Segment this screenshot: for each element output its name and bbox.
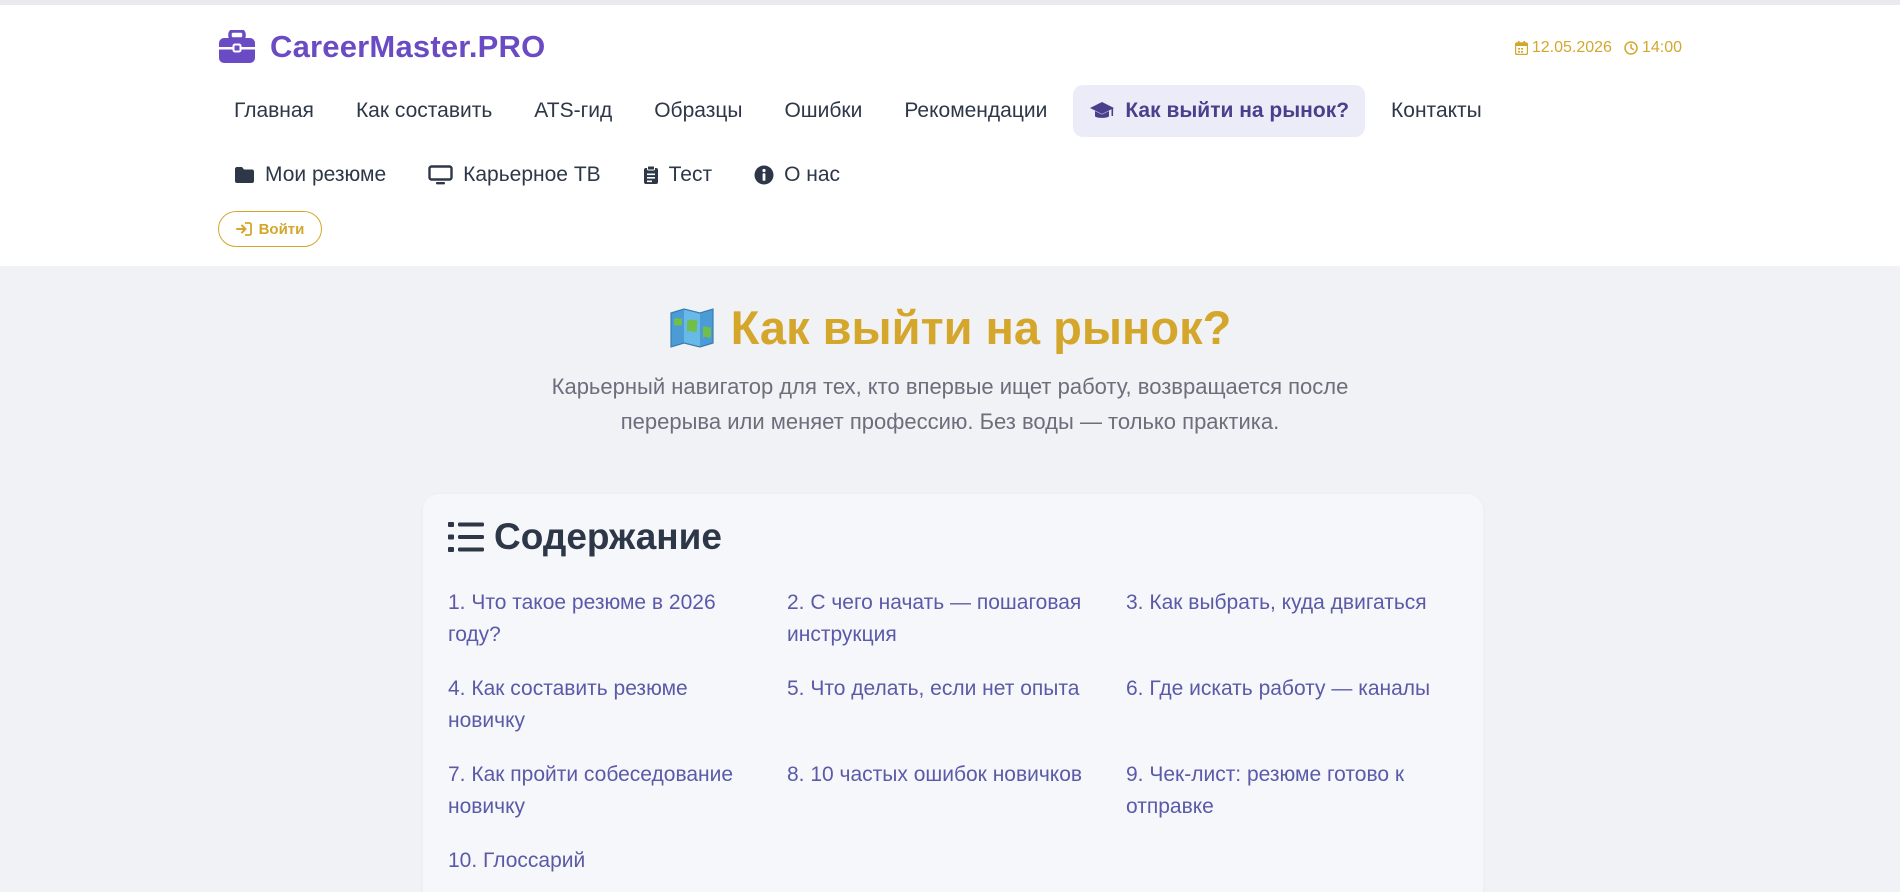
page-title: Как выйти на рынок? (669, 300, 1232, 355)
nav-item-enter-market[interactable]: Как выйти на рынок? (1073, 85, 1366, 137)
page-subtitle: Карьерный навигатор для тех, кто впервые… (500, 369, 1400, 439)
nav-item-ats-guide[interactable]: ATS-гид (518, 85, 628, 137)
datetime-display: 12.05.2026 14:00 (1503, 39, 1682, 57)
toc-link-3[interactable]: 3. Как выбрать, куда двигаться (1126, 587, 1456, 673)
graduation-cap-icon (1090, 102, 1115, 118)
briefcase-icon (219, 30, 255, 63)
nav-item-recommendations[interactable]: Рекомендации (888, 85, 1063, 137)
nav-label: Как составить (355, 99, 493, 122)
nav-item-home[interactable]: Главная (218, 85, 330, 137)
nav-label: Главная (234, 99, 314, 122)
toc-title: Содержание (448, 516, 722, 558)
nav-label: ATS-гид (534, 99, 613, 122)
date-text: 12.05.2026 (1531, 39, 1612, 56)
toc-links: 1. Что такое резюме в 2026 году? 2. С че… (448, 587, 1468, 885)
nav-label: Образцы (654, 99, 743, 122)
nav-label: О нас (784, 163, 841, 186)
nav-label: Мои резюме (265, 163, 387, 186)
date-item: 12.05.2026 (1514, 39, 1612, 57)
nav-item-mistakes[interactable]: Ошибки (768, 85, 878, 137)
folder-icon (235, 167, 254, 183)
nav-label: Ошибки (784, 99, 863, 122)
login-label: Войти (258, 220, 305, 238)
toc-link-10[interactable]: 10. Глоссарий (448, 845, 787, 885)
nav-item-test[interactable]: Тест (627, 149, 728, 201)
toc-title-text: Содержание (494, 516, 722, 557)
sign-in-icon (235, 222, 252, 236)
toc-link-2[interactable]: 2. С чего начать — пошаговая инструкция (787, 587, 1126, 673)
nav-item-about[interactable]: О нас (738, 149, 856, 201)
toc-link-8[interactable]: 8. 10 частых ошибок новичков (787, 759, 1126, 845)
brand-name: CareerMaster.PRO (270, 29, 546, 64)
info-icon (754, 165, 774, 185)
toc-link-1[interactable]: 1. Что такое резюме в 2026 году? (448, 587, 787, 673)
nav-label: Контакты (1391, 99, 1482, 122)
time-text: 14:00 (1641, 39, 1682, 56)
nav-label: Рекомендации (904, 99, 1048, 122)
toc-link-9[interactable]: 9. Чек-лист: резюме готово к отправке (1126, 759, 1456, 845)
table-of-contents: Содержание 1. Что такое резюме в 2026 го… (423, 494, 1483, 892)
nav-item-samples[interactable]: Образцы (638, 85, 758, 137)
clock-icon (1624, 41, 1638, 55)
login-button[interactable]: Войти (218, 211, 322, 247)
main-nav-row-1: Главная Как составить ATS-гид Образцы Ош… (218, 85, 1508, 137)
nav-item-career-tv[interactable]: Карьерное ТВ (412, 149, 617, 201)
nav-label: Карьерное ТВ (463, 163, 601, 186)
nav-item-how-to-write[interactable]: Как составить (340, 85, 508, 137)
map-icon (670, 307, 714, 348)
nav-label: Тест (668, 163, 713, 186)
toc-link-6[interactable]: 6. Где искать работу — каналы (1126, 673, 1456, 759)
site-header: CareerMaster.PRO 12.05.2026 14:00 Главна… (0, 5, 1900, 266)
main-nav-row-2: Мои резюме Карьерное ТВ Тест О нас (218, 149, 866, 201)
subtitle-line-1: Карьерный навигатор для тех, кто впервые… (551, 374, 1349, 399)
nav-item-contacts[interactable]: Контакты (1375, 85, 1498, 137)
nav-label: Как выйти на рынок? (1125, 99, 1350, 122)
clipboard-icon (643, 165, 658, 184)
page-title-text: Как выйти на рынок? (730, 301, 1232, 354)
hero-section: Как выйти на рынок? Карьерный навигатор … (0, 300, 1900, 439)
toc-link-7[interactable]: 7. Как пройти собеседование новичку (448, 759, 787, 845)
brand-logo[interactable]: CareerMaster.PRO (218, 29, 545, 65)
time-item: 14:00 (1624, 39, 1682, 57)
toc-link-4[interactable]: 4. Как составить резюме новичку (448, 673, 787, 759)
monitor-icon (428, 165, 453, 185)
nav-item-my-resumes[interactable]: Мои резюме (218, 149, 402, 201)
list-icon (448, 522, 484, 552)
subtitle-line-2: перерыва или меняет профессию. Без воды … (620, 409, 1280, 434)
toc-link-5[interactable]: 5. Что делать, если нет опыта (787, 673, 1126, 759)
calendar-icon (1514, 41, 1528, 55)
